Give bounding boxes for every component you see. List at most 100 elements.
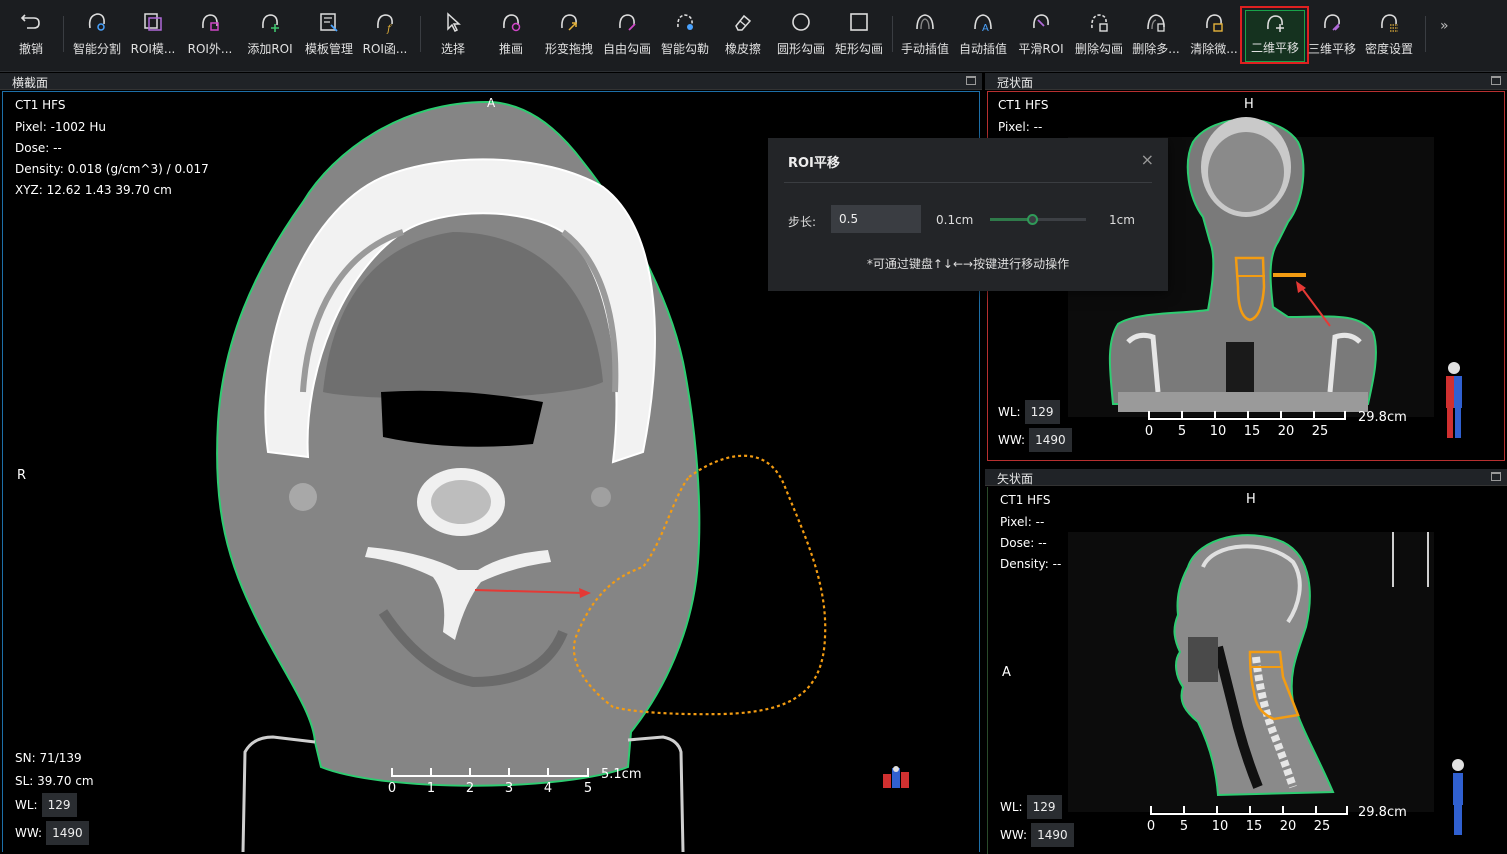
- smooth-roi-icon: [1033, 14, 1049, 29]
- scale-tick-label: 5: [1177, 424, 1187, 439]
- manual-interpolation-icon: [916, 14, 934, 30]
- axial-ww-value[interactable]: 1490: [46, 821, 89, 845]
- svg-text:f: f: [386, 24, 393, 34]
- step-input[interactable]: [831, 205, 921, 233]
- roi-function-button[interactable]: f ROI函...: [356, 10, 414, 66]
- manual-interpolation-button[interactable]: 手动插值: [896, 10, 954, 66]
- axial-panel-title: 横截面: [12, 76, 49, 90]
- undo-button[interactable]: 撤销: [2, 10, 60, 66]
- axial-shoulder-left: [241, 735, 316, 853]
- roi-pan-dialog: ROI平移 × 步长: 0.1cm 1cm *可通过键盘↑↓←→按键进行移动操作: [768, 138, 1168, 291]
- sagittal-pixel-row: Pixel: --: [1000, 515, 1045, 529]
- scale-tick-label: 20: [1279, 819, 1297, 834]
- scale-tick-label: 0: [1144, 424, 1154, 439]
- smart-segment-button[interactable]: 智能分割: [68, 10, 126, 66]
- sagittal-viewport[interactable]: CT1 HFS Pixel: -- Dose: -- Density: -- H…: [987, 487, 1505, 854]
- auto-interpolation-button[interactable]: A 自动插值: [954, 10, 1012, 66]
- smart-draw-icon: [677, 14, 693, 30]
- delete-multi-button[interactable]: 删除多...: [1127, 10, 1185, 66]
- sagittal-scale-bar: 0 5 10 15 20 25: [1147, 805, 1348, 834]
- roi-extension-button[interactable]: ROI外...: [181, 10, 239, 66]
- toolbar-divider: [420, 16, 421, 52]
- axial-sl: SL: 39.70 cm: [15, 774, 94, 788]
- maximize-icon[interactable]: [966, 76, 976, 85]
- coronal-scale-bar: 0 5 10 15 20 25: [1145, 410, 1346, 439]
- sagittal-series-label: CT1 HFS: [1000, 493, 1051, 507]
- density-settings-button[interactable]: 密度设置: [1360, 10, 1418, 66]
- eraser-button[interactable]: 橡皮擦: [714, 10, 772, 66]
- smart-draw-button[interactable]: 智能勾勒: [656, 10, 714, 66]
- free-draw-button[interactable]: 自由勾画: [598, 10, 656, 66]
- orientation-figure-icon: [1452, 759, 1464, 835]
- deform-drag-button[interactable]: 形变拖拽: [540, 10, 598, 66]
- axial-pixel-value: -1002 Hu: [50, 120, 106, 134]
- clear-micro-button[interactable]: 清除微...: [1185, 10, 1243, 66]
- scale-tick-label: 15: [1243, 424, 1261, 439]
- coronal-ww-value[interactable]: 1490: [1029, 428, 1072, 452]
- maximize-icon[interactable]: [1491, 76, 1501, 85]
- scale-tick-label: 5: [583, 781, 593, 796]
- orientation-figure-icon: [883, 766, 909, 788]
- scale-tick-label: 0: [1146, 819, 1156, 834]
- delete-multi-icon: [1147, 14, 1165, 32]
- step-slider-thumb[interactable]: [1027, 214, 1039, 225]
- undo-icon: [20, 14, 40, 29]
- axial-panel-header: 横截面: [0, 73, 982, 90]
- coronal-ww-row: WW: 1490: [998, 428, 1072, 452]
- rect-draw-button[interactable]: 矩形勾画: [830, 10, 888, 66]
- step-slider-fill: [990, 218, 1033, 221]
- axial-dose-row: Dose: --: [15, 141, 62, 155]
- coronal-panel-title: 冠状面: [997, 76, 1034, 90]
- axial-shoulder-right: [627, 735, 685, 853]
- coronal-pixel-row: Pixel: --: [998, 120, 1043, 134]
- axial-scale-label: 5.1cm: [601, 767, 642, 782]
- roi-model-icon: [144, 13, 162, 31]
- toolbar-divider: [63, 16, 64, 52]
- sagittal-ww-row: WW: 1490: [1000, 823, 1074, 847]
- delete-draw-button[interactable]: 删除勾画: [1070, 10, 1128, 66]
- coronal-orient-top: H: [1244, 97, 1254, 112]
- sagittal-scale-label: 29.8cm: [1358, 805, 1407, 820]
- axial-xyz-row: XYZ: 12.62 1.43 39.70 cm: [15, 183, 172, 197]
- axial-orient-left: R: [17, 468, 27, 483]
- eraser-icon: [735, 14, 752, 31]
- sagittal-wl-value[interactable]: 129: [1026, 795, 1062, 819]
- circle-draw-button[interactable]: 圆形勾画: [772, 10, 830, 66]
- push-draw-button[interactable]: 推画: [482, 10, 540, 66]
- add-roi-button[interactable]: 添加ROI: [241, 10, 299, 66]
- sagittal-panel: 矢状面 CT1 HFS Pixel: -- Dose: -- Density: …: [985, 469, 1507, 854]
- smart-segment-icon: [88, 13, 105, 31]
- scale-tick-label: 10: [1209, 424, 1227, 439]
- dialog-title: ROI平移: [788, 156, 840, 171]
- axial-density-row: Density: 0.018 (g/cm^3) / 0.017: [15, 162, 209, 176]
- scale-tick-label: 5: [1179, 819, 1189, 834]
- scale-tick-label: 25: [1311, 424, 1329, 439]
- close-icon[interactable]: ×: [1141, 150, 1154, 169]
- more-tools-button[interactable]: »: [1440, 18, 1449, 34]
- sagittal-wl-row: WL: 129: [1000, 795, 1062, 819]
- pan-3d-icon: [1324, 14, 1340, 31]
- axial-wl-value[interactable]: 129: [41, 793, 77, 817]
- pan-3d-button[interactable]: 三维平移: [1303, 10, 1361, 66]
- scale-tick-label: 25: [1313, 819, 1331, 834]
- smooth-roi-button[interactable]: 平滑ROI: [1012, 10, 1070, 66]
- template-icon: [320, 13, 338, 32]
- coronal-wl-value[interactable]: 129: [1024, 400, 1060, 424]
- roi-model-button[interactable]: ROI模...: [124, 10, 182, 66]
- sagittal-ww-value[interactable]: 1490: [1031, 823, 1074, 847]
- circle-icon: [792, 13, 810, 31]
- svg-text:A: A: [982, 23, 989, 34]
- dialog-divider: [784, 182, 1152, 183]
- delete-draw-icon: [1091, 14, 1108, 32]
- scale-tick-label: 1: [426, 781, 436, 796]
- template-management-button[interactable]: 模板管理: [300, 10, 358, 66]
- select-button[interactable]: 选择: [424, 10, 482, 66]
- maximize-icon[interactable]: [1491, 472, 1501, 481]
- free-draw-icon: [619, 14, 636, 31]
- roi-function-icon: f: [377, 14, 393, 34]
- step-slider[interactable]: [990, 214, 1086, 225]
- cursor-arrow-icon: [447, 12, 461, 33]
- sagittal-dose-row: Dose: --: [1000, 536, 1047, 550]
- density-icon: [1381, 14, 1398, 32]
- toolbar-divider: [1425, 16, 1426, 52]
